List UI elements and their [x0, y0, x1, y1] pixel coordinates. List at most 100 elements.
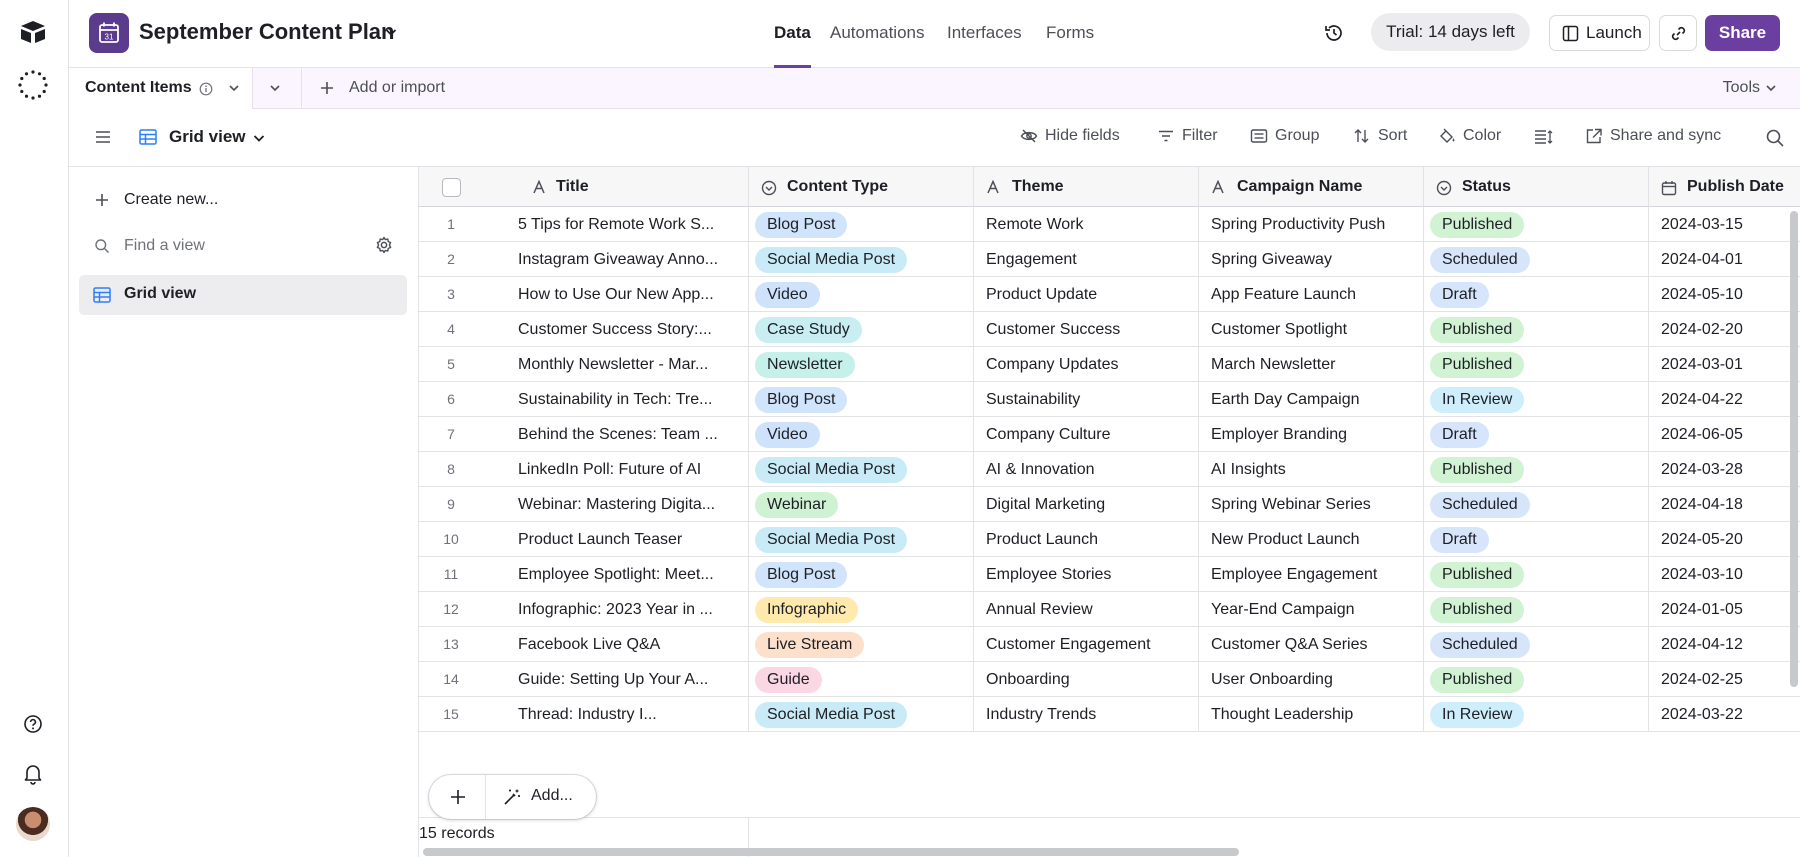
table-row[interactable]: 13 Facebook Live Q&A Live Stream Customer E…: [419, 627, 1800, 662]
launch-button[interactable]: Launch: [1549, 15, 1650, 51]
campaign-name-cell[interactable]: Thought Leadership: [1199, 697, 1424, 732]
title-cell[interactable]: Behind the Scenes: Team ...: [506, 417, 749, 452]
theme-cell[interactable]: AI & Innovation: [974, 452, 1199, 487]
share-and-sync-button[interactable]: Share and sync: [1585, 127, 1721, 145]
title-cell[interactable]: Customer Success Story:...: [506, 312, 749, 347]
select-all-checkbox[interactable]: [442, 178, 461, 197]
title-cell[interactable]: Infographic: 2023 Year in ...: [506, 592, 749, 627]
campaign-name-cell[interactable]: Employer Branding: [1199, 417, 1424, 452]
sort-button[interactable]: Sort: [1353, 127, 1407, 145]
gear-icon[interactable]: [374, 235, 394, 255]
content-type-cell[interactable]: Live Stream: [749, 627, 974, 662]
campaign-name-cell[interactable]: Year-End Campaign: [1199, 592, 1424, 627]
title-cell[interactable]: 5 Tips for Remote Work S...: [506, 207, 749, 242]
add-or-import-button[interactable]: Add or import: [319, 79, 445, 97]
title-cell[interactable]: Webinar: Mastering Digita...: [506, 487, 749, 522]
row-number-cell[interactable]: 1: [419, 207, 483, 242]
row-number-cell[interactable]: 4: [419, 312, 483, 347]
row-number-cell[interactable]: 6: [419, 382, 483, 417]
status-cell[interactable]: Scheduled: [1424, 627, 1649, 662]
row-number-cell[interactable]: 10: [419, 522, 483, 557]
theme-cell[interactable]: Customer Success: [974, 312, 1199, 347]
share-button[interactable]: Share: [1705, 15, 1780, 51]
status-cell[interactable]: Published: [1424, 452, 1649, 487]
row-number-cell[interactable]: 8: [419, 452, 483, 487]
row-number-cell[interactable]: 11: [419, 557, 483, 592]
status-cell[interactable]: Published: [1424, 662, 1649, 697]
column-header-publish-date[interactable]: Publish Date: [1649, 167, 1800, 207]
column-header-campaign-name[interactable]: Campaign Name: [1199, 167, 1424, 207]
status-cell[interactable]: Published: [1424, 592, 1649, 627]
campaign-name-cell[interactable]: App Feature Launch: [1199, 277, 1424, 312]
row-height-icon[interactable]: [1534, 129, 1554, 145]
title-cell[interactable]: Sustainability in Tech: Tre...: [506, 382, 749, 417]
content-type-cell[interactable]: Social Media Post: [749, 452, 974, 487]
row-number-cell[interactable]: 14: [419, 662, 483, 697]
status-cell[interactable]: Draft: [1424, 522, 1649, 557]
publish-date-cell[interactable]: 2024-04-01: [1649, 242, 1800, 277]
find-view-input[interactable]: Find a view: [94, 237, 354, 255]
content-type-cell[interactable]: Social Media Post: [749, 697, 974, 732]
title-cell[interactable]: Monthly Newsletter - Mar...: [506, 347, 749, 382]
notifications-bell-icon[interactable]: [23, 763, 43, 785]
status-cell[interactable]: Draft: [1424, 417, 1649, 452]
nav-tab-data[interactable]: Data: [774, 23, 811, 43]
user-avatar[interactable]: [16, 807, 50, 841]
table-row[interactable]: 15 Thread: Industry I... Social Media Post…: [419, 697, 1800, 732]
base-title[interactable]: September Content Plan: [139, 19, 394, 45]
row-number-cell[interactable]: 12: [419, 592, 483, 627]
theme-cell[interactable]: Annual Review: [974, 592, 1199, 627]
row-number-cell[interactable]: 2: [419, 242, 483, 277]
table-row[interactable]: 14 Guide: Setting Up Your A... Guide Onboar…: [419, 662, 1800, 697]
publish-date-cell[interactable]: 2024-02-20: [1649, 312, 1800, 347]
campaign-name-cell[interactable]: Employee Engagement: [1199, 557, 1424, 592]
tables-dropdown-chevron-icon[interactable]: [268, 81, 282, 95]
nav-tab-forms[interactable]: Forms: [1046, 23, 1094, 43]
publish-date-cell[interactable]: 2024-01-05: [1649, 592, 1800, 627]
column-header-title[interactable]: Title: [419, 167, 749, 207]
content-type-cell[interactable]: Guide: [749, 662, 974, 697]
history-icon[interactable]: [1323, 22, 1345, 44]
publish-date-cell[interactable]: 2024-04-18: [1649, 487, 1800, 522]
publish-date-cell[interactable]: 2024-03-22: [1649, 697, 1800, 732]
campaign-name-cell[interactable]: Customer Q&A Series: [1199, 627, 1424, 662]
publish-date-cell[interactable]: 2024-03-10: [1649, 557, 1800, 592]
publish-date-cell[interactable]: 2024-05-20: [1649, 522, 1800, 557]
publish-date-cell[interactable]: 2024-03-28: [1649, 452, 1800, 487]
row-number-cell[interactable]: 9: [419, 487, 483, 522]
campaign-name-cell[interactable]: New Product Launch: [1199, 522, 1424, 557]
content-type-cell[interactable]: Blog Post: [749, 382, 974, 417]
help-icon[interactable]: [23, 714, 43, 734]
title-cell[interactable]: Guide: Setting Up Your A...: [506, 662, 749, 697]
tools-menu[interactable]: Tools: [1723, 79, 1760, 97]
status-cell[interactable]: Published: [1424, 207, 1649, 242]
content-type-cell[interactable]: Blog Post: [749, 557, 974, 592]
status-cell[interactable]: Scheduled: [1424, 487, 1649, 522]
publish-date-cell[interactable]: 2024-04-12: [1649, 627, 1800, 662]
publish-date-cell[interactable]: 2024-03-01: [1649, 347, 1800, 382]
theme-cell[interactable]: Customer Engagement: [974, 627, 1199, 662]
row-number-cell[interactable]: 3: [419, 277, 483, 312]
column-header-content-type[interactable]: Content Type: [749, 167, 974, 207]
table-row[interactable]: 7 Behind the Scenes: Team ... Video Company…: [419, 417, 1800, 452]
base-icon[interactable]: 31: [89, 13, 129, 53]
filter-button[interactable]: Filter: [1157, 127, 1218, 145]
status-cell[interactable]: Published: [1424, 557, 1649, 592]
campaign-name-cell[interactable]: March Newsletter: [1199, 347, 1424, 382]
table-row[interactable]: 6 Sustainability in Tech: Tre... Blog Post…: [419, 382, 1800, 417]
row-number-cell[interactable]: 5: [419, 347, 483, 382]
content-type-cell[interactable]: Newsletter: [749, 347, 974, 382]
title-cell[interactable]: Product Launch Teaser: [506, 522, 749, 557]
hide-fields-button[interactable]: Hide fields: [1020, 127, 1120, 145]
campaign-name-cell[interactable]: Customer Spotlight: [1199, 312, 1424, 347]
title-cell[interactable]: Employee Spotlight: Meet...: [506, 557, 749, 592]
content-type-cell[interactable]: Case Study: [749, 312, 974, 347]
table-row[interactable]: 3 How to Use Our New App... Video Product U…: [419, 277, 1800, 312]
theme-cell[interactable]: Company Culture: [974, 417, 1199, 452]
vertical-scrollbar[interactable]: [1790, 211, 1798, 687]
nav-tab-interfaces[interactable]: Interfaces: [947, 23, 1022, 43]
campaign-name-cell[interactable]: Earth Day Campaign: [1199, 382, 1424, 417]
status-cell[interactable]: Scheduled: [1424, 242, 1649, 277]
color-button[interactable]: Color: [1438, 127, 1501, 145]
create-new-view-button[interactable]: Create new...: [94, 191, 218, 209]
